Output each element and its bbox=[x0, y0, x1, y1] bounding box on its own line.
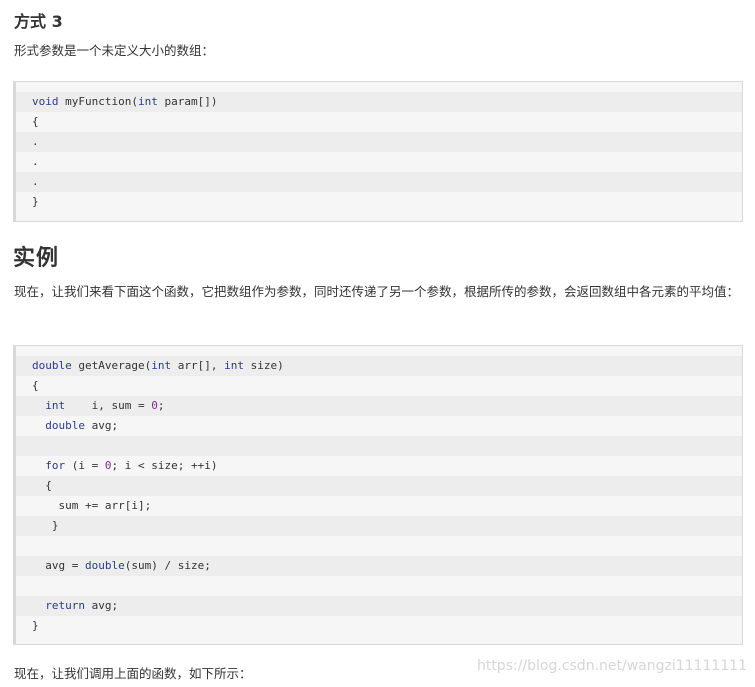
code-line: { bbox=[32, 379, 39, 392]
code-block-1: void myFunction(int param[]) { . . . } bbox=[13, 81, 743, 222]
footer-text: 现在，让我们调用上面的函数，如下所示： bbox=[14, 666, 252, 681]
code-line: } bbox=[32, 619, 39, 632]
code-line: double avg; bbox=[45, 419, 119, 432]
section-heading: 方式 3 bbox=[14, 12, 63, 31]
code-line: void myFunction(int param[]) bbox=[16, 92, 742, 112]
intro-text: 形式参数是一个未定义大小的数组： bbox=[14, 43, 215, 58]
example-heading: 实例 bbox=[13, 246, 60, 271]
code-line: . bbox=[32, 155, 39, 168]
code-line bbox=[16, 436, 742, 456]
code-line: . bbox=[16, 132, 742, 152]
code-line: for (i = 0; i < size; ++i) bbox=[45, 459, 218, 472]
code-line: . bbox=[16, 172, 742, 192]
code-line: int i, sum = 0; bbox=[16, 396, 742, 416]
code-line: { bbox=[32, 115, 39, 128]
code-line: } bbox=[16, 516, 742, 536]
code-line: avg = double(sum) / size; bbox=[16, 556, 742, 576]
code-line: { bbox=[16, 476, 742, 496]
code-block-2: double getAverage(int arr[], int size) {… bbox=[13, 345, 743, 645]
example-text: 现在，让我们来看下面这个函数，它把数组作为参数，同时还传递了另一个参数，根据所传… bbox=[14, 284, 740, 299]
watermark-url: https://blog.csdn.net/wangzi11111111 bbox=[476, 658, 747, 674]
code-line: return avg; bbox=[16, 596, 742, 616]
code-line: sum += arr[i]; bbox=[32, 499, 152, 512]
code-line: double getAverage(int arr[], int size) bbox=[16, 356, 742, 376]
code-line: } bbox=[32, 195, 39, 208]
